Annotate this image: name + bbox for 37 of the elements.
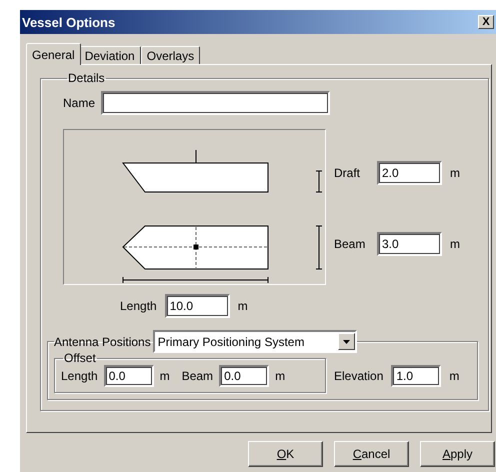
- field-label: Beam: [182, 369, 214, 383]
- dialog-button[interactable]: Cancel: [334, 441, 409, 467]
- number-field[interactable]: 1.0: [391, 365, 442, 387]
- field-label: Draft: [334, 166, 362, 180]
- field-label: Elevation: [334, 369, 384, 383]
- caret-icon: [342, 340, 350, 344]
- field-label: Beam: [334, 237, 366, 251]
- group-label: Details: [67, 71, 106, 85]
- number-field[interactable]: 3.0: [377, 232, 442, 256]
- name-field[interactable]: [101, 91, 330, 115]
- group-label: Offset: [63, 351, 97, 365]
- number-field[interactable]: 0.0: [104, 365, 154, 387]
- unit-label: m: [449, 369, 460, 383]
- close-button[interactable]: X: [478, 15, 494, 29]
- tab[interactable]: General: [26, 43, 81, 65]
- number-field[interactable]: 2.0: [377, 161, 442, 185]
- field-label: Length: [120, 299, 157, 313]
- dropdown-value: Primary Positioning System: [158, 334, 304, 348]
- field-label: Name: [63, 96, 96, 110]
- dialog-button[interactable]: Apply: [420, 441, 495, 467]
- window-title: Vessel Options: [22, 14, 116, 30]
- unit-label: m: [275, 369, 286, 383]
- field-label: Length: [61, 369, 98, 383]
- unit-label: m: [450, 166, 460, 180]
- draft-dimension-line: [316, 170, 322, 192]
- unit-label: m: [450, 237, 460, 251]
- beam-dimension-line: [316, 226, 322, 270]
- dialog-button[interactable]: OK: [248, 441, 323, 467]
- dropdown-button[interactable]: [338, 333, 355, 350]
- unit-label: m: [160, 369, 170, 383]
- number-field[interactable]: 10.0: [164, 294, 230, 318]
- tab[interactable]: Overlays: [140, 46, 200, 64]
- number-field[interactable]: 0.0: [219, 365, 270, 387]
- group-label: Antenna Positions: [54, 334, 152, 348]
- tab[interactable]: Deviation: [78, 46, 141, 64]
- positioning-system-dropdown[interactable]: Primary Positioning System: [152, 330, 357, 353]
- unit-label: m: [238, 299, 248, 313]
